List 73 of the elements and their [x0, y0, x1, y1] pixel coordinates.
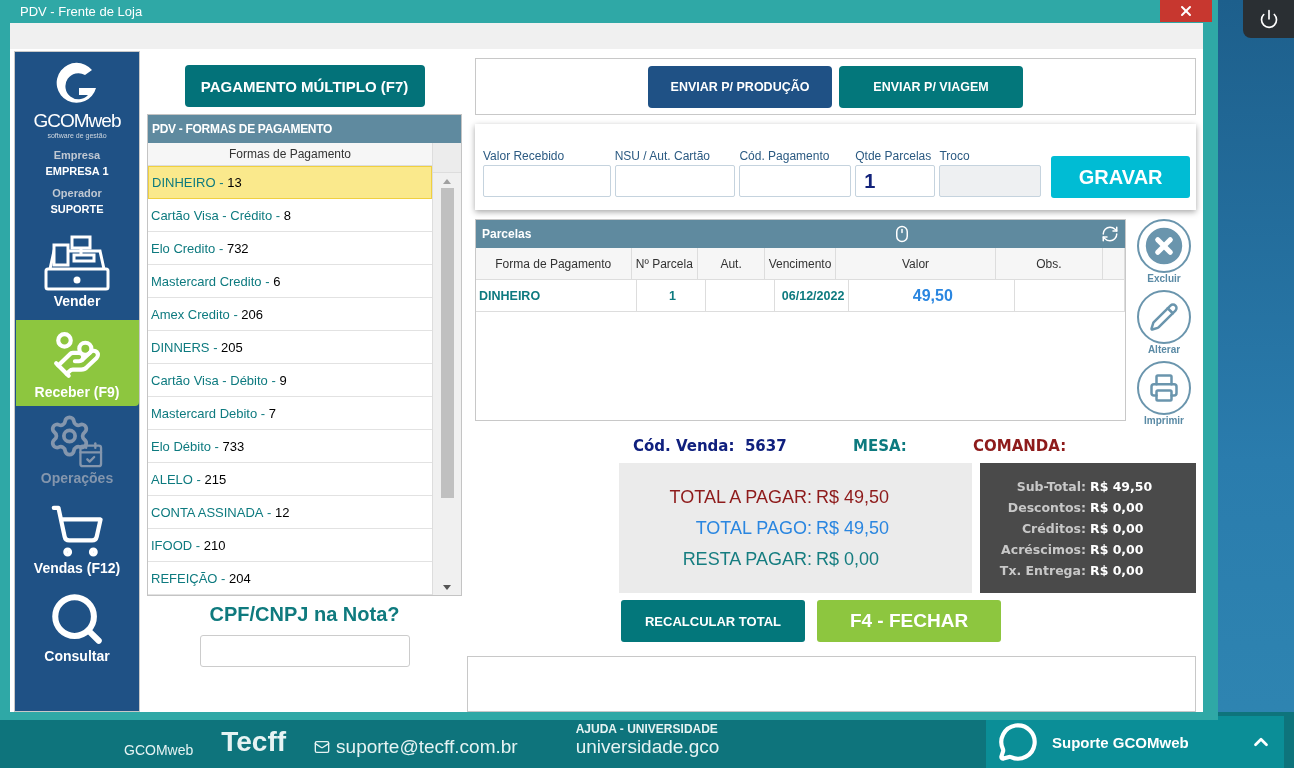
printer-icon — [1149, 373, 1179, 403]
cpf-title: CPF/CNPJ na Nota? — [209, 603, 400, 626]
power-button[interactable] — [1243, 0, 1294, 38]
pencil-icon — [1149, 302, 1179, 332]
field-label: NSU / Aut. Cartão — [614, 149, 712, 163]
action-button[interactable]: RECALCULAR TOTAL — [621, 600, 805, 642]
column-header: Vencimento — [764, 248, 837, 280]
field-label: Troco — [939, 149, 971, 163]
brand-name: GCOMweb — [33, 110, 121, 132]
total-line: TOTAL PAGO: R$ 49,50 — [694, 517, 891, 539]
order-label: COMANDA: — [973, 437, 1068, 455]
grid-title: Parcelas — [482, 227, 533, 241]
total-line: TOTAL A PAGAR: R$ 49,50 — [668, 486, 891, 508]
footer-help-site: universidade.gco — [575, 736, 720, 758]
column-header: Valor — [836, 248, 996, 280]
table-cell — [706, 280, 776, 312]
send-button[interactable]: ENVIAR P/ VIAGEM — [839, 65, 1023, 108]
footer-help: AJUDA - UNIVERSIDADE — [575, 722, 718, 736]
panel-title: PDV - FORMAS DE PAGAMENTO — [148, 115, 461, 143]
cpf-input-field[interactable] — [199, 635, 410, 667]
column-header: Nº Parcela — [631, 248, 699, 280]
multi-payment-button[interactable]: PAGAMENTO MÚLTIPLO (F7) — [184, 65, 425, 107]
nav-item[interactable]: Vender — [15, 229, 139, 315]
notes-field[interactable] — [467, 656, 1196, 712]
sale-code: Cód. Venda: 5637 — [633, 437, 788, 455]
send-button[interactable]: ENVIAR P/ PRODUÇÃO — [648, 65, 832, 108]
company-name: EMPRESA 1 — [45, 165, 109, 177]
chat-icon — [998, 722, 1038, 762]
table-cell: 1 — [636, 280, 707, 312]
scrollbar[interactable] — [432, 143, 461, 595]
column-header: Formas de Pagamento — [148, 143, 432, 166]
close-button[interactable] — [1160, 0, 1212, 22]
table-cell: DINHEIRO — [476, 280, 637, 312]
input-field[interactable] — [483, 165, 611, 197]
cash-register-icon — [44, 235, 110, 293]
company-label: Empresa — [53, 149, 101, 161]
input-field[interactable]: 1 — [855, 165, 936, 197]
header-filler — [1102, 248, 1125, 280]
field-label: Valor Recebido — [483, 149, 566, 163]
total-line: RESTA PAGAR: R$ 0,00 — [681, 548, 881, 570]
hand-coins-icon — [52, 330, 102, 380]
mouse-icon — [893, 225, 911, 243]
footer-email: suporte@tecff.com.br — [336, 736, 518, 758]
mail-icon — [314, 739, 331, 755]
cart-icon — [49, 503, 105, 559]
field-label: Cód. Pagamento — [739, 149, 831, 163]
summary-line: Créditos: R$ 0,00 — [1020, 520, 1145, 536]
table-cell: 06/12/2022 — [775, 280, 849, 312]
table-label: MESA: — [853, 437, 908, 455]
input-field[interactable] — [614, 165, 736, 197]
summary-line: Descontos: R$ 0,00 — [1006, 499, 1145, 515]
nav-item[interactable]: Consultar — [15, 584, 139, 670]
column-header: Obs. — [996, 248, 1103, 280]
column-header: Aut. — [698, 248, 765, 280]
power-icon — [1258, 9, 1279, 29]
summary-line: Acréscimos: R$ 0,00 — [1000, 541, 1145, 557]
support-label: Suporte GCOMweb — [1052, 733, 1190, 751]
footer-brand: GCOMweb — [124, 742, 194, 758]
close-icon — [1178, 3, 1194, 19]
input-field[interactable] — [739, 165, 852, 197]
column-header: Forma de Pagamento — [476, 248, 632, 280]
window-title: PDV - Frente de Loja — [20, 4, 144, 19]
payment-method-item[interactable]: DINHEIRO - 13 — [148, 166, 432, 199]
summary-line: Tx. Entrega: R$ 0,00 — [998, 562, 1145, 578]
operator-name: SUPORTE — [50, 203, 104, 215]
nav-item[interactable]: Vendas (F12) — [15, 496, 139, 582]
support-widget[interactable]: Suporte GCOMweb — [986, 716, 1284, 768]
table-cell: 49,50 — [849, 280, 1015, 312]
summary-line: Sub-Total: R$ 49,50 — [1015, 478, 1154, 494]
operator-label: Operador — [52, 187, 102, 199]
field-label: Qtde Parcelas — [855, 149, 933, 163]
refresh-icon[interactable] — [1101, 225, 1119, 243]
footer-partner-logo: Tecff — [221, 726, 287, 758]
